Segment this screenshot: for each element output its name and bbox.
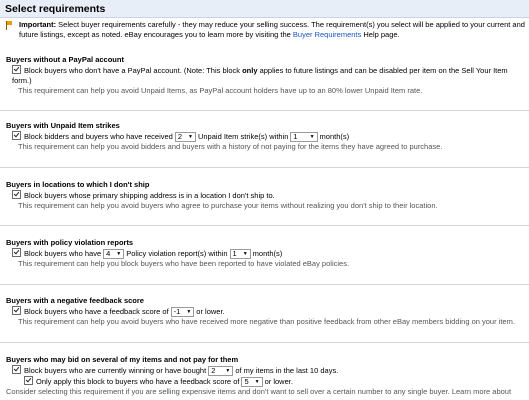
multiple-sub-checkbox[interactable] [24,376,33,385]
strikes-hint: This requirement can help you avoid bidd… [18,142,443,151]
flag-icon [6,21,12,30]
multiple-sub-label-b: or lower. [264,377,293,386]
chevron-down-icon: ▼ [116,251,122,257]
chevron-down-icon: ▼ [188,134,193,140]
paypal-block-row: Block buyers who don't have a PayPal acc… [12,65,526,86]
paypal-block-label-bold: only [242,66,258,75]
section-title: Buyers who may bid on several of my item… [6,355,239,364]
feedback-block-checkbox[interactable] [12,306,21,315]
multiple-block-checkbox[interactable] [12,365,21,374]
divider [0,342,529,343]
feedback-score-select[interactable]: -1 ▼ [170,307,195,317]
section-multiple: Buyers who may bid on several of my item… [6,355,526,397]
section-strikes: Buyers with Unpaid Item strikes Block bi… [6,121,526,152]
chevron-down-icon: ▼ [242,251,248,257]
strikes-block-row: Block bidders and buyers who have receiv… [12,131,526,142]
location-block-checkbox[interactable] [12,190,21,199]
section-title: Buyers without a PayPal account [6,55,124,64]
policy-hint: This requirement can help you block buye… [18,259,350,268]
strikes-label-a: Block bidders and buyers who have receiv… [24,132,173,141]
section-paypal: Buyers without a PayPal account Block bu… [6,55,526,96]
page: Select requirements Important: Select bu… [0,0,529,400]
multiple-hint: Consider selecting this requirement if y… [6,387,512,396]
feedback-hint: This requirement can help you avoid buye… [18,317,515,326]
multiple-label-a: Block buyers who are currently winning o… [24,366,207,375]
important-text: Select buyer requirements carefully - th… [19,20,525,39]
section-title: Buyers with Unpaid Item strikes [6,121,120,130]
chevron-down-icon: ▼ [254,379,260,385]
policy-block-checkbox[interactable] [12,248,21,257]
chevron-down-icon: ▼ [225,368,231,374]
strikes-label-c: month(s) [319,132,350,141]
divider [0,110,529,111]
location-block-label: Block buyers whose primary shipping addr… [24,191,275,200]
title-bar: Select requirements [0,0,529,18]
page-title: Select requirements [5,3,106,15]
policy-months-select[interactable]: 1 ▼ [229,249,251,259]
important-suffix: Help page. [361,30,400,39]
strikes-block-checkbox[interactable] [12,131,21,140]
feedback-label-b: or lower. [196,307,225,316]
buyer-requirements-link[interactable]: Buyer Requirements [293,30,361,39]
multiple-label-b: of my items in the last 10 days. [235,366,339,375]
multiple-count-select[interactable]: 2 ▼ [208,366,234,376]
policy-label-c: month(s) [252,249,283,258]
divider [0,167,529,168]
policy-label-a: Block buyers who have [24,249,102,258]
divider [0,284,529,285]
paypal-hint: This requirement can help you avoid Unpa… [18,86,423,95]
section-feedback: Buyers with a negative feedback score Bl… [6,296,526,327]
location-block-row: Block buyers whose primary shipping addr… [12,190,526,201]
multiple-sub-label-a: Only apply this block to buyers who have… [36,377,240,386]
paypal-block-label: Block buyers who don't have a PayPal acc… [24,66,243,75]
multiple-feedback-select[interactable]: 5 ▼ [241,377,263,387]
divider [0,225,529,226]
strikes-months-select[interactable]: 1 ▼ [290,132,318,142]
section-title: Buyers with a negative feedback score [6,296,144,305]
multiple-sub-row: Only apply this block to buyers who have… [24,376,526,387]
paypal-block-checkbox[interactable] [12,65,21,74]
feedback-label-a: Block buyers who have a feedback score o… [24,307,169,316]
feedback-block-row: Block buyers who have a feedback score o… [12,306,526,317]
section-location: Buyers in locations to which I don't shi… [6,180,526,211]
section-title: Buyers with policy violation reports [6,238,134,247]
section-title: Buyers in locations to which I don't shi… [6,180,150,189]
chevron-down-icon: ▼ [309,134,315,140]
policy-label-b: Policy violation report(s) within [126,249,228,258]
multiple-block-row: Block buyers who are currently winning o… [12,365,526,376]
strikes-count-select[interactable]: 2 ▼ [174,132,196,142]
important-notice: Important: Select buyer requirements car… [6,20,526,40]
location-hint: This requirement can help you avoid buye… [18,201,438,210]
policy-count-select[interactable]: 4 ▼ [103,249,125,259]
important-label: Important: [19,20,57,29]
chevron-down-icon: ▼ [186,309,192,315]
policy-block-row: Block buyers who have 4 ▼ Policy violation … [12,248,526,259]
section-policy: Buyers with policy violation reports Blo… [6,238,526,269]
strikes-label-b: Unpaid Item strike(s) within [197,132,289,141]
